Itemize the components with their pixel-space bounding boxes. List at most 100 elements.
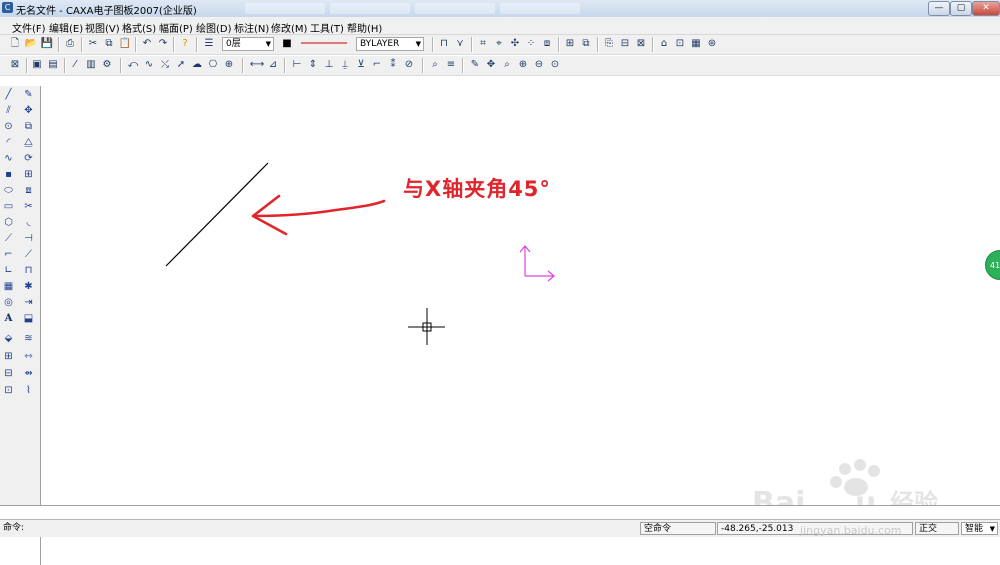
tool-icon[interactable]: ⊡: [673, 37, 687, 51]
ortho-toggle-button[interactable]: 正交: [915, 522, 959, 535]
cut-icon[interactable]: ✂: [86, 37, 100, 51]
view-tool-icon[interactable]: ⧈: [540, 37, 554, 51]
redo-icon[interactable]: ↷: [156, 37, 170, 51]
menu-edit[interactable]: 编辑(E): [49, 20, 83, 35]
fillet-icon[interactable]: ◟: [21, 215, 36, 230]
break-icon[interactable]: ⤯: [158, 58, 172, 72]
center-mark-icon[interactable]: ⊕: [222, 58, 236, 72]
spline-icon[interactable]: ∿: [1, 151, 16, 166]
library-icon[interactable]: ⧉: [579, 37, 593, 51]
scale-tool-icon[interactable]: ⇴: [21, 366, 36, 381]
annotation-icon[interactable]: ⇕: [306, 58, 320, 72]
view-tool-icon[interactable]: ✣: [508, 37, 522, 51]
break-icon[interactable]: ⟋: [21, 247, 36, 262]
parallel-line-icon[interactable]: ⫽: [1, 103, 16, 118]
format-brush-icon[interactable]: ⌇: [21, 383, 36, 398]
measure-tool-icon[interactable]: ⇿: [21, 349, 36, 364]
wave-icon[interactable]: ∿: [142, 58, 156, 72]
move-icon[interactable]: ✥: [21, 103, 36, 118]
rotate-icon[interactable]: ⟳: [21, 151, 36, 166]
curve-icon[interactable]: ⤺: [126, 58, 140, 72]
menu-tools[interactable]: 工具(T): [310, 20, 344, 35]
pencil-icon[interactable]: ✎: [468, 58, 482, 72]
sequence-icon[interactable]: ⁄: [68, 58, 82, 72]
layer-select[interactable]: 0层 ▼: [222, 37, 274, 51]
menu-file[interactable]: 文件(F): [12, 20, 46, 35]
menu-draw[interactable]: 绘图(D): [196, 20, 232, 35]
undo-icon[interactable]: ↶: [140, 37, 154, 51]
image-tool-icon[interactable]: ⊟: [1, 366, 16, 381]
annotation-icon[interactable]: ⊻: [354, 58, 368, 72]
dimension-icon[interactable]: ⟷: [250, 58, 264, 72]
command-line-area[interactable]: [0, 505, 1000, 520]
menu-modify[interactable]: 修改(M): [271, 20, 307, 35]
zoom-in-icon[interactable]: ⊕: [516, 58, 530, 72]
snap-icon[interactable]: ⋎: [453, 37, 467, 51]
copy-tool-icon[interactable]: ⧉: [21, 119, 36, 134]
ole-tool-icon[interactable]: ⊡: [1, 383, 16, 398]
align-icon[interactable]: ⇥: [21, 295, 36, 310]
print-icon[interactable]: ⎙: [63, 37, 77, 51]
zoom-window-icon[interactable]: ⌕: [500, 58, 514, 72]
menu-view[interactable]: 视图(V): [85, 20, 120, 35]
measure-icon[interactable]: ≡: [444, 58, 458, 72]
save-icon[interactable]: 💾: [40, 37, 54, 51]
table-icon[interactable]: ▥: [84, 58, 98, 72]
caxa-app-icon[interactable]: C: [2, 2, 13, 13]
help-icon[interactable]: ?: [178, 37, 192, 51]
text-tool-icon[interactable]: A: [1, 311, 16, 326]
trim-icon[interactable]: ✂: [21, 199, 36, 214]
circle-icon[interactable]: ⊙: [1, 119, 16, 134]
equidistant-icon[interactable]: ∟: [1, 263, 16, 278]
paste-icon[interactable]: 📋: [118, 37, 132, 51]
maximize-button[interactable]: ▢: [950, 1, 972, 16]
tool-icon[interactable]: ⌂: [657, 37, 671, 51]
annotation-icon[interactable]: ⊢: [290, 58, 304, 72]
copy-icon[interactable]: ⧉: [102, 37, 116, 51]
tool-icon[interactable]: ▦: [689, 37, 703, 51]
pencil-tool-icon[interactable]: ✎: [21, 87, 36, 102]
arrow-icon[interactable]: ➚: [174, 58, 188, 72]
parts-icon[interactable]: ⚙: [100, 58, 114, 72]
menu-help[interactable]: 帮助(H): [347, 20, 382, 35]
query-icon[interactable]: ⌕: [428, 58, 442, 72]
library-icon[interactable]: ⊞: [563, 37, 577, 51]
extend-icon[interactable]: ⊣: [21, 231, 36, 246]
tool-icon[interactable]: ⊠: [634, 37, 648, 51]
stamp-icon[interactable]: ⎔: [206, 58, 220, 72]
scale-icon[interactable]: ⧈: [21, 183, 36, 198]
polygon-icon[interactable]: ⬡: [1, 215, 16, 230]
menu-format[interactable]: 格式(S): [122, 20, 156, 35]
arc-icon[interactable]: ◜: [1, 135, 16, 150]
layer-manager-icon[interactable]: ☰: [202, 37, 216, 51]
frame-icon[interactable]: ▣: [30, 58, 44, 72]
line-color-preview[interactable]: [296, 37, 354, 51]
ellipse-icon[interactable]: ⬭: [1, 183, 16, 198]
zoom-all-icon[interactable]: ⊙: [548, 58, 562, 72]
cloud-icon[interactable]: ☁: [190, 58, 204, 72]
annotation-icon[interactable]: ⊘: [402, 58, 416, 72]
dimension-icon[interactable]: ⊿: [266, 58, 280, 72]
line-tool-icon[interactable]: ╱: [1, 87, 16, 102]
stretch-icon[interactable]: ⊓: [21, 263, 36, 278]
annotation-icon[interactable]: ⍊: [338, 58, 352, 72]
view-tool-icon[interactable]: ⌗: [476, 37, 490, 51]
annotation-icon[interactable]: ⊥: [322, 58, 336, 72]
explode-icon[interactable]: ✱: [21, 279, 36, 294]
minimize-button[interactable]: —: [928, 1, 950, 16]
rectangle-icon[interactable]: ▭: [1, 199, 16, 214]
zoom-out-icon[interactable]: ⊖: [532, 58, 546, 72]
point-icon[interactable]: ▪: [1, 167, 16, 182]
polyline-icon[interactable]: ⟋: [1, 231, 16, 246]
tool-icon[interactable]: ⎘: [602, 37, 616, 51]
hatch-icon[interactable]: ▦: [1, 279, 16, 294]
new-file-icon[interactable]: 🗋: [8, 37, 22, 51]
color-swatch-icon[interactable]: ■: [280, 37, 294, 51]
block-icon[interactable]: ⬓: [21, 311, 36, 326]
view-tool-icon[interactable]: ⌖: [492, 37, 506, 51]
annotation-icon[interactable]: ⁑: [386, 58, 400, 72]
centerline-icon[interactable]: ⌐: [1, 247, 16, 262]
array-icon[interactable]: ⊞: [21, 167, 36, 182]
open-file-icon[interactable]: 📂: [24, 37, 38, 51]
title-block-icon[interactable]: ▤: [46, 58, 60, 72]
